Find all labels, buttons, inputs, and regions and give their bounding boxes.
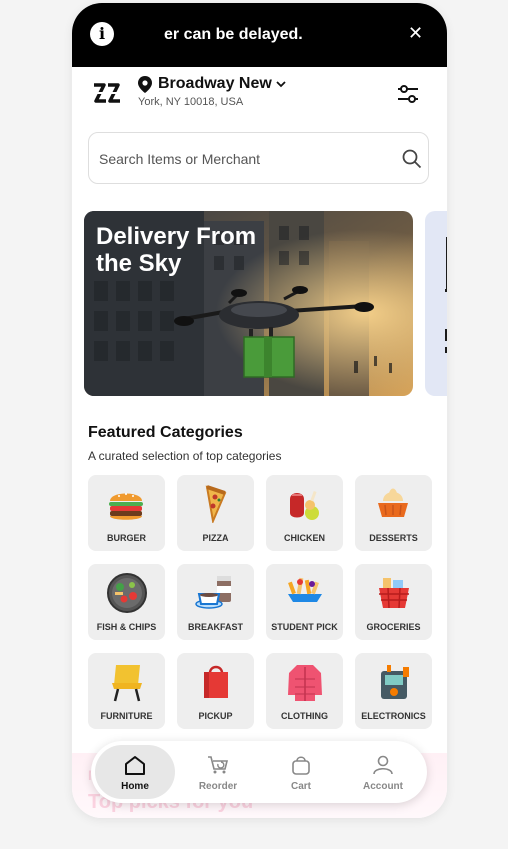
groceries-icon	[379, 578, 409, 609]
category-label: FURNITURE	[100, 711, 153, 721]
category-pickup[interactable]: PICKUP	[177, 653, 254, 729]
category-label: ELECTRONICS	[361, 711, 426, 721]
category-fish-chips[interactable]: FISH & CHIPS	[88, 564, 165, 640]
brand-logo	[92, 83, 122, 103]
phone-frame: i er can be delayed. ✕ Broadway New York…	[72, 3, 447, 818]
category-desserts[interactable]: DESSERTS	[355, 475, 432, 551]
nav-home[interactable]: Home	[95, 745, 175, 799]
category-label: STUDENT PICK	[271, 622, 338, 632]
address-subtitle: York, NY 10018, USA	[138, 96, 244, 108]
category-student-pick[interactable]: STUDENT PICK	[266, 564, 343, 640]
category-groceries[interactable]: GROCERIES	[355, 564, 432, 640]
jacket-icon	[288, 665, 322, 701]
category-label: CHICKEN	[283, 533, 325, 543]
location-pin-icon	[138, 75, 152, 93]
filter-sliders-icon[interactable]	[396, 83, 420, 105]
promo-peek-graphic	[445, 237, 447, 353]
search-icon[interactable]	[402, 149, 422, 169]
delivery-address-selector[interactable]: Broadway New York, NY 10018, USA	[138, 75, 286, 108]
category-label: PICKUP	[198, 711, 233, 721]
category-burger[interactable]: BURGER	[88, 475, 165, 551]
nav-cart[interactable]: Cart	[261, 745, 341, 799]
featured-categories-title: Featured Categories	[88, 424, 243, 441]
promo-banner-drone-delivery[interactable]: Delivery From the Sky	[84, 211, 413, 396]
category-label: BREAKFAST	[187, 622, 243, 632]
search-input[interactable]	[97, 133, 391, 185]
next-promo-banner-peek[interactable]	[425, 211, 447, 396]
chevron-down-icon	[276, 80, 286, 87]
category-label: BURGER	[106, 533, 146, 543]
category-electronics[interactable]: ELECTRONICS	[355, 653, 432, 729]
category-furniture[interactable]: FURNITURE	[88, 653, 165, 729]
breakfast-icon	[195, 576, 231, 609]
nav-label: Reorder	[198, 781, 238, 792]
chicken-icon	[290, 490, 319, 520]
alert-text: er can be delayed.	[164, 26, 303, 43]
category-breakfast[interactable]: BREAKFAST	[177, 564, 254, 640]
dessert-icon	[378, 488, 408, 517]
featured-categories-subtitle: A curated selection of top categories	[88, 449, 282, 463]
category-label: CLOTHING	[281, 711, 328, 721]
electronics-icon	[381, 665, 409, 699]
delay-alert-banner: i er can be delayed. ✕	[72, 3, 447, 67]
nav-reorder[interactable]: Reorder	[178, 745, 258, 799]
home-icon	[125, 756, 145, 775]
nav-label: Cart	[290, 781, 311, 792]
fish-chips-icon	[107, 573, 147, 613]
category-label: FISH & CHIPS	[96, 622, 157, 632]
header: Broadway New York, NY 10018, USA	[72, 67, 447, 127]
category-pizza[interactable]: PIZZA	[177, 475, 254, 551]
category-clothing[interactable]: CLOTHING	[266, 653, 343, 729]
search-bar	[88, 132, 429, 185]
category-label: PIZZA	[202, 533, 229, 543]
nav-account[interactable]: Account	[343, 745, 423, 799]
cart-bag-icon	[292, 756, 310, 775]
info-icon: i	[90, 22, 114, 46]
burger-icon	[109, 493, 143, 520]
furniture-icon	[112, 665, 142, 702]
account-icon	[373, 755, 393, 775]
category-chicken[interactable]: CHICKEN	[266, 475, 343, 551]
nav-label: Account	[363, 781, 403, 792]
bottom-nav-bar: Home Reorder Cart Account	[91, 741, 427, 803]
pickup-bag-icon	[204, 665, 228, 698]
address-title: Broadway New	[158, 75, 272, 92]
banner-title: Delivery From the Sky	[96, 223, 257, 277]
reorder-cart-icon	[208, 756, 229, 774]
category-label: DESSERTS	[369, 533, 418, 543]
pizza-icon	[205, 485, 227, 523]
nav-label: Home	[121, 781, 149, 792]
category-label: GROCERIES	[366, 622, 421, 632]
close-icon[interactable]: ✕	[408, 23, 423, 44]
student-pick-icon	[288, 577, 322, 602]
